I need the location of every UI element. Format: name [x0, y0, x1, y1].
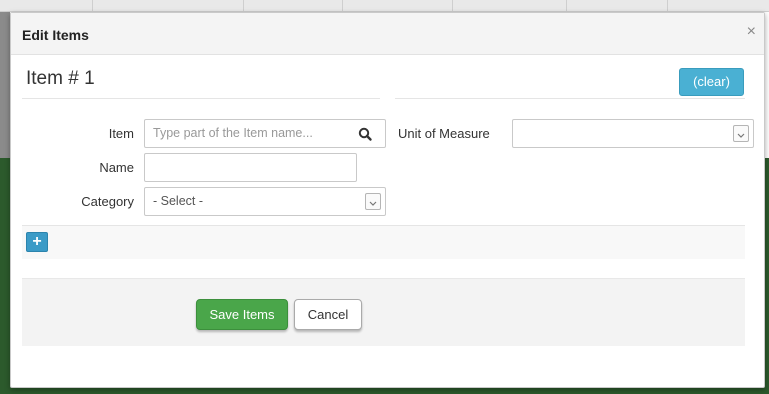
close-icon[interactable]: ×	[747, 24, 756, 40]
search-button[interactable]	[345, 119, 386, 148]
add-item-bar	[22, 225, 745, 259]
save-items-button[interactable]: Save Items	[196, 299, 288, 330]
chevron-down-icon	[365, 193, 381, 210]
background-panel	[0, 12, 10, 158]
item-search-placeholder: Type part of the Item name...	[153, 126, 313, 140]
item-heading: Item # 1	[26, 68, 95, 89]
unit-of-measure-select[interactable]	[512, 119, 754, 148]
background-panel	[0, 158, 10, 394]
background-table-header	[0, 0, 769, 12]
divider	[22, 98, 380, 99]
category-select[interactable]: - Select -	[144, 187, 386, 216]
search-icon	[358, 127, 372, 141]
plus-icon: +	[32, 233, 42, 250]
name-input[interactable]	[144, 153, 357, 182]
category-label: Category	[81, 194, 134, 209]
add-item-button[interactable]: +	[26, 232, 48, 252]
category-value: - Select -	[153, 194, 204, 208]
item-label: Item	[108, 126, 134, 141]
name-label: Name	[99, 160, 134, 175]
chevron-down-icon	[733, 125, 749, 142]
cancel-button[interactable]: Cancel	[294, 299, 362, 330]
unit-of-measure-label: Unit of Measure	[398, 126, 490, 141]
modal-header: Edit Items ×	[11, 13, 764, 55]
modal-footer	[22, 278, 745, 346]
modal-title: Edit Items	[22, 27, 89, 43]
item-search-input[interactable]: Type part of the Item name...	[144, 119, 346, 148]
clear-button[interactable]: (clear)	[679, 68, 744, 96]
divider	[395, 98, 745, 99]
